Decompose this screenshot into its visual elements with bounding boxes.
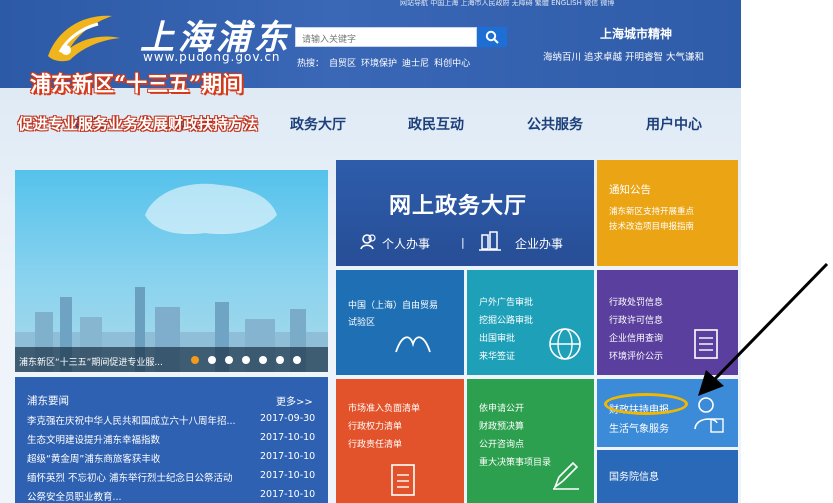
news-item[interactable]: 公祭安全员职业教育... xyxy=(27,489,122,503)
personal-affairs-link[interactable]: 个人办事 xyxy=(382,235,430,252)
china-map-icon xyxy=(145,183,277,235)
carousel-dot[interactable] xyxy=(242,356,250,364)
penalty-item[interactable]: 行政许可信息 xyxy=(609,313,663,326)
outdoor-item[interactable]: 户外广告审批 xyxy=(479,295,533,308)
penalty-item[interactable]: 企业信用查询 xyxy=(609,331,663,344)
ftz-line[interactable]: 试验区 xyxy=(348,315,375,328)
pen-icon xyxy=(553,461,579,490)
market-item[interactable]: 行政责任清单 xyxy=(348,437,402,450)
news-item[interactable]: 李克强在庆祝中华人民共和国成立六十八周年招... xyxy=(27,413,236,427)
penalty-item[interactable]: 行政处罚信息 xyxy=(609,295,663,308)
news-date: 2017-10-10 xyxy=(260,451,316,462)
state-council-label[interactable]: 国务院信息 xyxy=(609,468,659,483)
carousel-dots xyxy=(191,356,301,364)
news-item[interactable]: 超级“黄金周”浦东商旅客获丰收 xyxy=(27,451,160,465)
carousel-dot[interactable] xyxy=(208,356,216,364)
news-date: 2017-10-10 xyxy=(260,489,316,500)
notice-item[interactable]: 浦东新区支持开展重点 xyxy=(609,205,694,217)
notice-tile[interactable]: 通知公告 浦东新区支持开展重点 技术改造项目申报指南 xyxy=(597,160,738,266)
outdoor-item[interactable]: 挖掘公路审批 xyxy=(479,313,533,326)
city-spirit-motto: 海纳百川 追求卓越 开明睿智 大气谦和 xyxy=(543,52,705,63)
penalty-item[interactable]: 环境评价公示 xyxy=(609,349,663,362)
browser-page: 网站导航 中国上海 上海市人民政府 无障碍 繁體 ENGLISH 微信 微博 上… xyxy=(0,0,741,503)
weather-service-link[interactable]: 生活气象服务 xyxy=(609,420,669,435)
hot-word[interactable]: 环境保护 xyxy=(361,59,397,69)
highlight-oval xyxy=(604,393,688,415)
search-button[interactable] xyxy=(477,27,507,47)
news-date: 2017-10-10 xyxy=(260,432,316,443)
state-council-info-tile[interactable]: 国务院信息 xyxy=(597,450,738,503)
ftz-line[interactable]: 中国（上海）自由贸易 xyxy=(348,298,438,311)
carousel-dot[interactable] xyxy=(259,356,267,364)
carousel-dot[interactable] xyxy=(191,356,199,364)
notice-title[interactable]: 通知公告 xyxy=(609,182,651,197)
carousel-dot[interactable] xyxy=(225,356,233,364)
clipboard-icon xyxy=(391,464,415,496)
apply-item[interactable]: 财政预决算 xyxy=(479,419,524,432)
hot-search-label: 热搜： xyxy=(297,59,325,69)
banner-headline: 浦东新区“十三五”期间 xyxy=(30,71,244,96)
search-icon xyxy=(485,30,499,44)
nav-interaction[interactable]: 政民互动 xyxy=(408,114,464,134)
city-spirit-title: 上海城市精神 xyxy=(600,27,673,41)
disclosure-tile[interactable]: 依申请公开 财政预决算 公开咨询点 重大决策事项目录 xyxy=(467,379,594,503)
person-icon xyxy=(360,234,376,250)
news-item[interactable]: 缅怀英烈 不忘初心 浦东举行烈士纪念日公祭活动 xyxy=(27,470,233,484)
carousel-dot[interactable] xyxy=(276,356,284,364)
nav-public-service[interactable]: 公共服务 xyxy=(527,114,583,134)
user-document-icon xyxy=(694,397,724,433)
hot-word[interactable]: 科创中心 xyxy=(434,59,470,69)
nav-user-center[interactable]: 用户中心 xyxy=(646,114,702,134)
annotation-arrow-icon xyxy=(698,262,829,396)
building-icon xyxy=(479,231,501,251)
news-item[interactable]: 生态文明建设提升浦东幸福指数 xyxy=(27,432,160,446)
notice-item[interactable]: 技术改造项目申报指南 xyxy=(609,220,694,232)
bridge-icon xyxy=(395,336,431,353)
banner-caption[interactable]: 浦东新区“十三五”期间促进专业服... xyxy=(19,355,163,368)
hall-divider: | xyxy=(461,236,465,249)
site-url: www.pudong.gov.cn xyxy=(143,50,281,64)
nav-government-hall[interactable]: 政务大厅 xyxy=(290,114,346,134)
power-list-tile[interactable]: 市场准入负面清单 行政权力清单 行政责任清单 xyxy=(336,379,464,503)
apply-item[interactable]: 依申请公开 xyxy=(479,401,524,414)
news-more-link[interactable]: 更多>> xyxy=(276,393,313,408)
hot-search: 热搜： 自贸区 环境保护 迪士尼 科创中心 xyxy=(297,56,475,69)
outdoor-item[interactable]: 来华签证 xyxy=(479,349,515,362)
search-input[interactable]: 请输入关键字 xyxy=(295,27,477,47)
pudong-logo-icon[interactable] xyxy=(40,8,130,64)
apply-item[interactable]: 公开咨询点 xyxy=(479,437,524,450)
outdoor-item[interactable]: 出国审批 xyxy=(479,331,515,344)
hot-word[interactable]: 自贸区 xyxy=(329,59,356,69)
top-links-strip[interactable]: 网站导航 中国上海 上海市人民政府 无障碍 繁體 ENGLISH 微信 微博 xyxy=(400,0,741,6)
hot-word[interactable]: 迪士尼 xyxy=(402,59,429,69)
banner-carousel[interactable] xyxy=(15,170,328,372)
enterprise-affairs-link[interactable]: 企业办事 xyxy=(515,235,563,252)
globe-icon xyxy=(549,328,581,360)
carousel-dot[interactable] xyxy=(293,356,301,364)
free-trade-zone-tile[interactable]: 中国（上海）自由贸易 试验区 xyxy=(336,270,464,375)
news-date: 2017-10-10 xyxy=(260,470,316,481)
government-hall-title[interactable]: 网上政务大厅 xyxy=(389,188,527,220)
news-title[interactable]: 浦东要闻 xyxy=(27,393,69,408)
market-item[interactable]: 市场准入负面清单 xyxy=(348,401,420,414)
apply-item[interactable]: 重大决策事项目录 xyxy=(479,455,551,468)
outdoor-approval-tile[interactable]: 户外广告审批 挖掘公路审批 出国审批 来华签证 xyxy=(467,270,594,375)
banner-subheadline: 促进专业服务业务发展财政扶持方法 xyxy=(18,115,259,133)
news-date: 2017-09-30 xyxy=(260,413,316,424)
market-item[interactable]: 行政权力清单 xyxy=(348,419,402,432)
